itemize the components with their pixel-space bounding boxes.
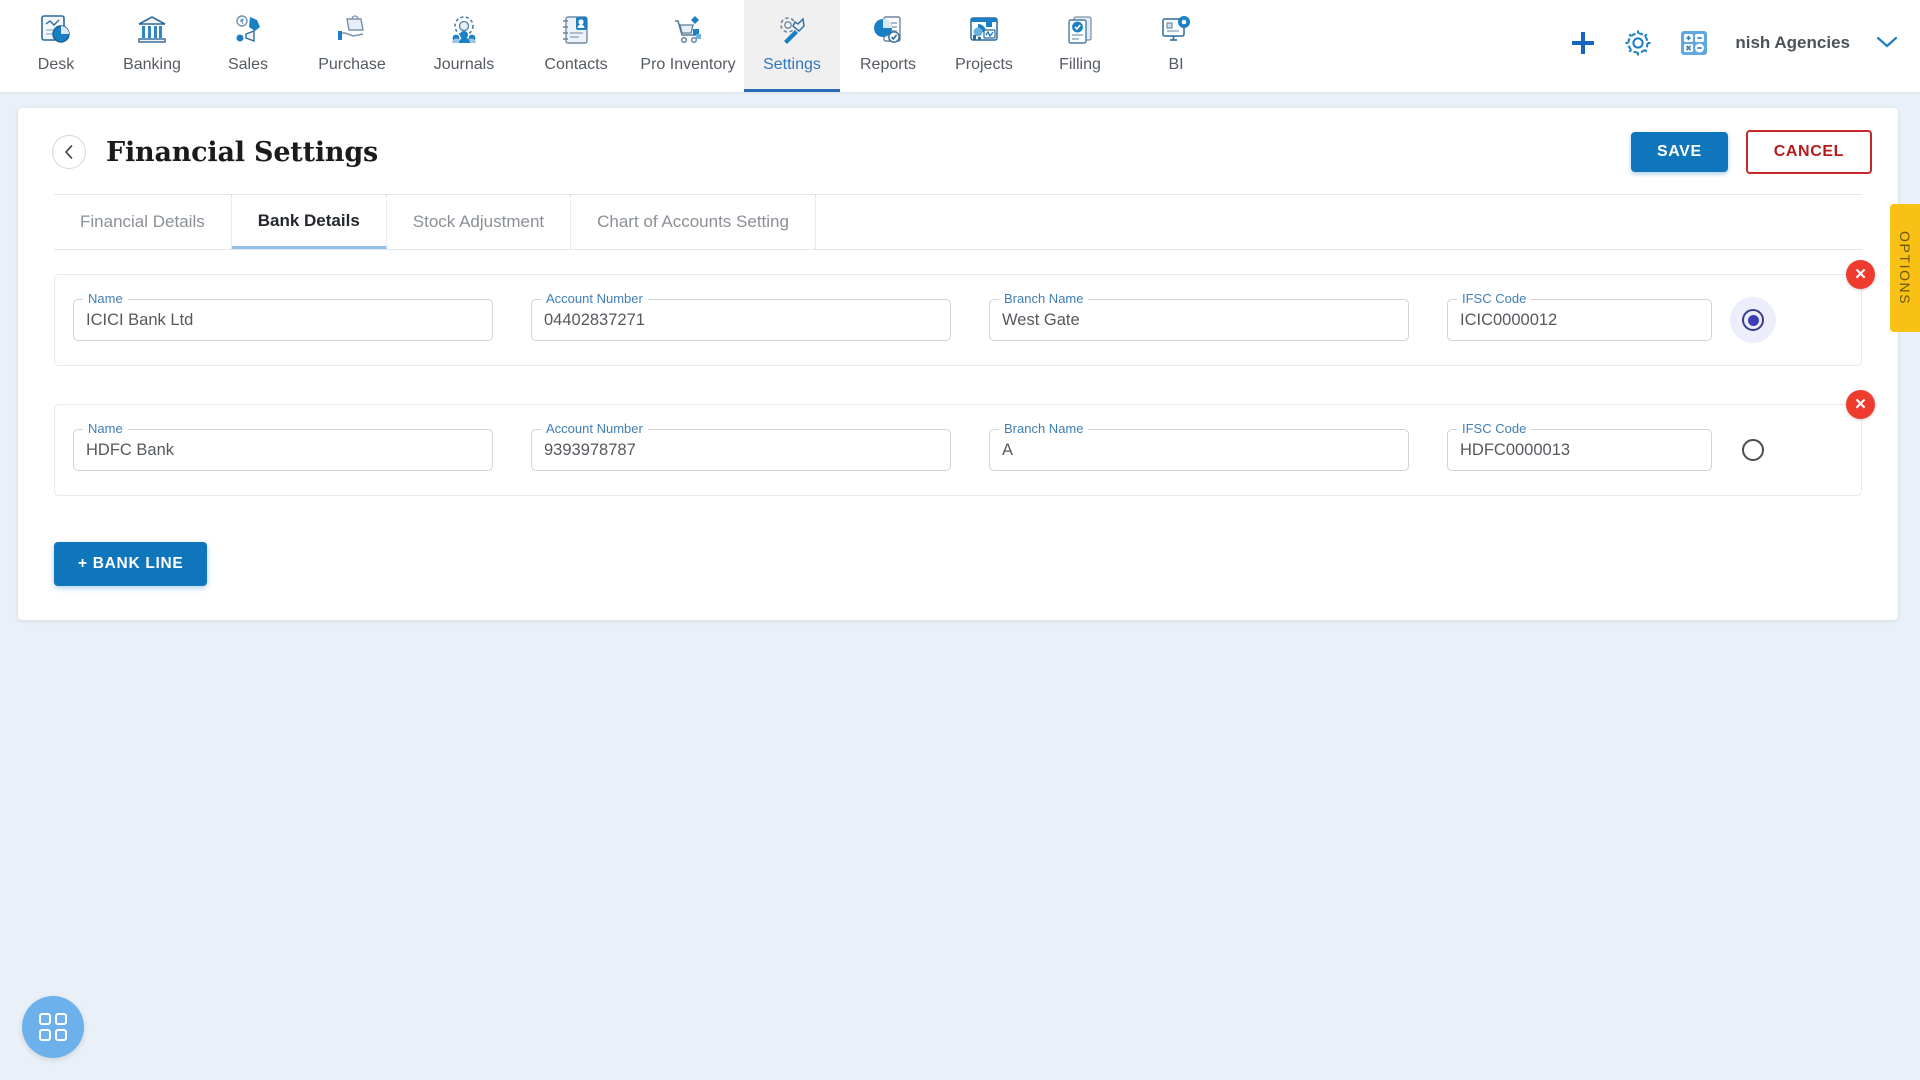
- top-nav-items: Desk Banking ₹ Sales Purchase Journals C…: [0, 0, 1224, 92]
- svg-text:₹: ₹: [240, 18, 245, 26]
- nav-item-purchase[interactable]: Purchase: [296, 0, 408, 92]
- ifsc-code-field[interactable]: IFSC Code ICIC0000012: [1447, 291, 1712, 341]
- field-value: 9393978787: [544, 440, 636, 459]
- settings-tabs: Financial Details Bank Details Stock Adj…: [54, 194, 1862, 250]
- account-number-field[interactable]: Account Number 04402837271: [531, 291, 951, 341]
- settings-icon: [775, 8, 809, 52]
- page-content: Financial Settings SAVE CANCEL Financial…: [0, 92, 1920, 620]
- page-title: Financial Settings: [106, 136, 379, 168]
- field-label: IFSC Code: [1457, 421, 1532, 436]
- branch-name-field[interactable]: Branch Name West Gate: [989, 291, 1409, 341]
- tab-financial-details[interactable]: Financial Details: [54, 195, 232, 249]
- nav-label: Banking: [123, 56, 181, 73]
- field-value: ICICI Bank Ltd: [86, 310, 194, 329]
- nav-item-journals[interactable]: Journals: [408, 0, 520, 92]
- reports-icon: [871, 8, 905, 52]
- cancel-button[interactable]: CANCEL: [1745, 130, 1872, 174]
- financial-settings-card: Financial Settings SAVE CANCEL Financial…: [18, 108, 1898, 620]
- inventory-icon: [671, 8, 705, 52]
- field-label: Name: [83, 421, 128, 436]
- purchase-icon: [335, 8, 369, 52]
- nav-label: Pro Inventory: [640, 56, 736, 73]
- plus-icon[interactable]: [1569, 29, 1597, 57]
- sales-icon: ₹: [231, 8, 265, 52]
- contacts-icon: [559, 8, 593, 52]
- primary-bank-radio[interactable]: [1730, 427, 1776, 473]
- nav-item-projects[interactable]: Projects: [936, 0, 1032, 92]
- field-value: West Gate: [1002, 310, 1080, 329]
- bi-icon: [1159, 8, 1193, 52]
- save-button[interactable]: SAVE: [1630, 132, 1728, 172]
- field-value: ICIC0000012: [1460, 310, 1558, 329]
- nav-label: Projects: [955, 56, 1013, 73]
- bank-rows-list: ✕ Name ICICI Bank Ltd Account Number 044…: [18, 250, 1898, 496]
- projects-icon: [967, 8, 1001, 52]
- nav-item-bi[interactable]: BI: [1128, 0, 1224, 92]
- radio-unselected-icon: [1742, 439, 1764, 461]
- gear-icon[interactable]: [1623, 28, 1653, 58]
- close-icon[interactable]: ✕: [1846, 390, 1875, 419]
- nav-item-contacts[interactable]: Contacts: [520, 0, 632, 92]
- nav-label: Sales: [227, 56, 269, 73]
- filling-icon: [1063, 8, 1097, 52]
- nav-item-filling[interactable]: Filling: [1032, 0, 1128, 92]
- field-label: Branch Name: [999, 291, 1089, 306]
- nav-item-settings[interactable]: Settings: [744, 0, 840, 92]
- table-row: ✕ Name ICICI Bank Ltd Account Number 044…: [54, 260, 1875, 366]
- topbar-right-actions: nish Agencies: [1569, 0, 1920, 92]
- branch-name-field[interactable]: Branch Name A: [989, 421, 1409, 471]
- bank-name-field[interactable]: Name HDFC Bank: [73, 421, 493, 471]
- bank-name-field[interactable]: Name ICICI Bank Ltd: [73, 291, 493, 341]
- header-actions: SAVE CANCEL: [1630, 130, 1872, 174]
- field-label: Account Number: [541, 291, 648, 306]
- nav-label: Reports: [859, 56, 917, 73]
- nav-label: Filling: [1059, 56, 1101, 73]
- field-value: 04402837271: [544, 310, 645, 329]
- nav-label: Journals: [433, 56, 495, 73]
- ifsc-code-field[interactable]: IFSC Code HDFC0000013: [1447, 421, 1712, 471]
- close-icon[interactable]: ✕: [1846, 260, 1875, 289]
- options-label: OPTIONS: [1897, 230, 1913, 306]
- journals-icon: [447, 8, 481, 52]
- nav-item-reports[interactable]: Reports: [840, 0, 936, 92]
- primary-bank-radio[interactable]: [1730, 297, 1776, 343]
- field-value: HDFC0000013: [1460, 440, 1571, 459]
- field-value: A: [1002, 440, 1014, 459]
- top-navigation-bar: Desk Banking ₹ Sales Purchase Journals C…: [0, 0, 1920, 92]
- field-value: HDFC Bank: [86, 440, 175, 459]
- tab-bank-details[interactable]: Bank Details: [231, 195, 387, 249]
- dashboard-icon: [39, 8, 73, 52]
- nav-label: Settings: [763, 56, 821, 73]
- nav-label: Desk: [37, 56, 75, 73]
- tab-stock-adjustment[interactable]: Stock Adjustment: [387, 195, 572, 249]
- nav-item-desk[interactable]: Desk: [8, 0, 104, 92]
- organization-name: nish Agencies: [1735, 33, 1850, 52]
- field-label: Name: [83, 291, 128, 306]
- nav-item-banking[interactable]: Banking: [104, 0, 200, 92]
- add-bank-line-wrap: + BANK LINE: [18, 534, 1898, 586]
- nav-label: BI: [1168, 56, 1184, 73]
- nav-item-sales[interactable]: ₹ Sales: [200, 0, 296, 92]
- table-row: ✕ Name HDFC Bank Account Number 93939787…: [54, 390, 1875, 496]
- apps-grid-icon[interactable]: [22, 996, 84, 1058]
- field-label: IFSC Code: [1457, 291, 1532, 306]
- chevron-down-icon[interactable]: [1876, 33, 1898, 53]
- radio-selected-icon: [1742, 309, 1764, 331]
- nav-label: Contacts: [544, 56, 608, 73]
- card-header: Financial Settings SAVE CANCEL: [18, 108, 1898, 194]
- options-side-tab[interactable]: OPTIONS: [1890, 204, 1920, 332]
- account-number-field[interactable]: Account Number 9393978787: [531, 421, 951, 471]
- nav-item-pro-inventory[interactable]: Pro Inventory: [632, 0, 744, 92]
- nav-label: Purchase: [318, 56, 386, 73]
- calculator-icon[interactable]: [1679, 28, 1709, 58]
- add-bank-line-button[interactable]: + BANK LINE: [54, 542, 208, 586]
- field-label: Account Number: [541, 421, 648, 436]
- chevron-left-icon[interactable]: [52, 135, 86, 169]
- bank-icon: [135, 8, 169, 52]
- field-label: Branch Name: [999, 421, 1089, 436]
- tab-chart-of-accounts-setting[interactable]: Chart of Accounts Setting: [571, 195, 816, 249]
